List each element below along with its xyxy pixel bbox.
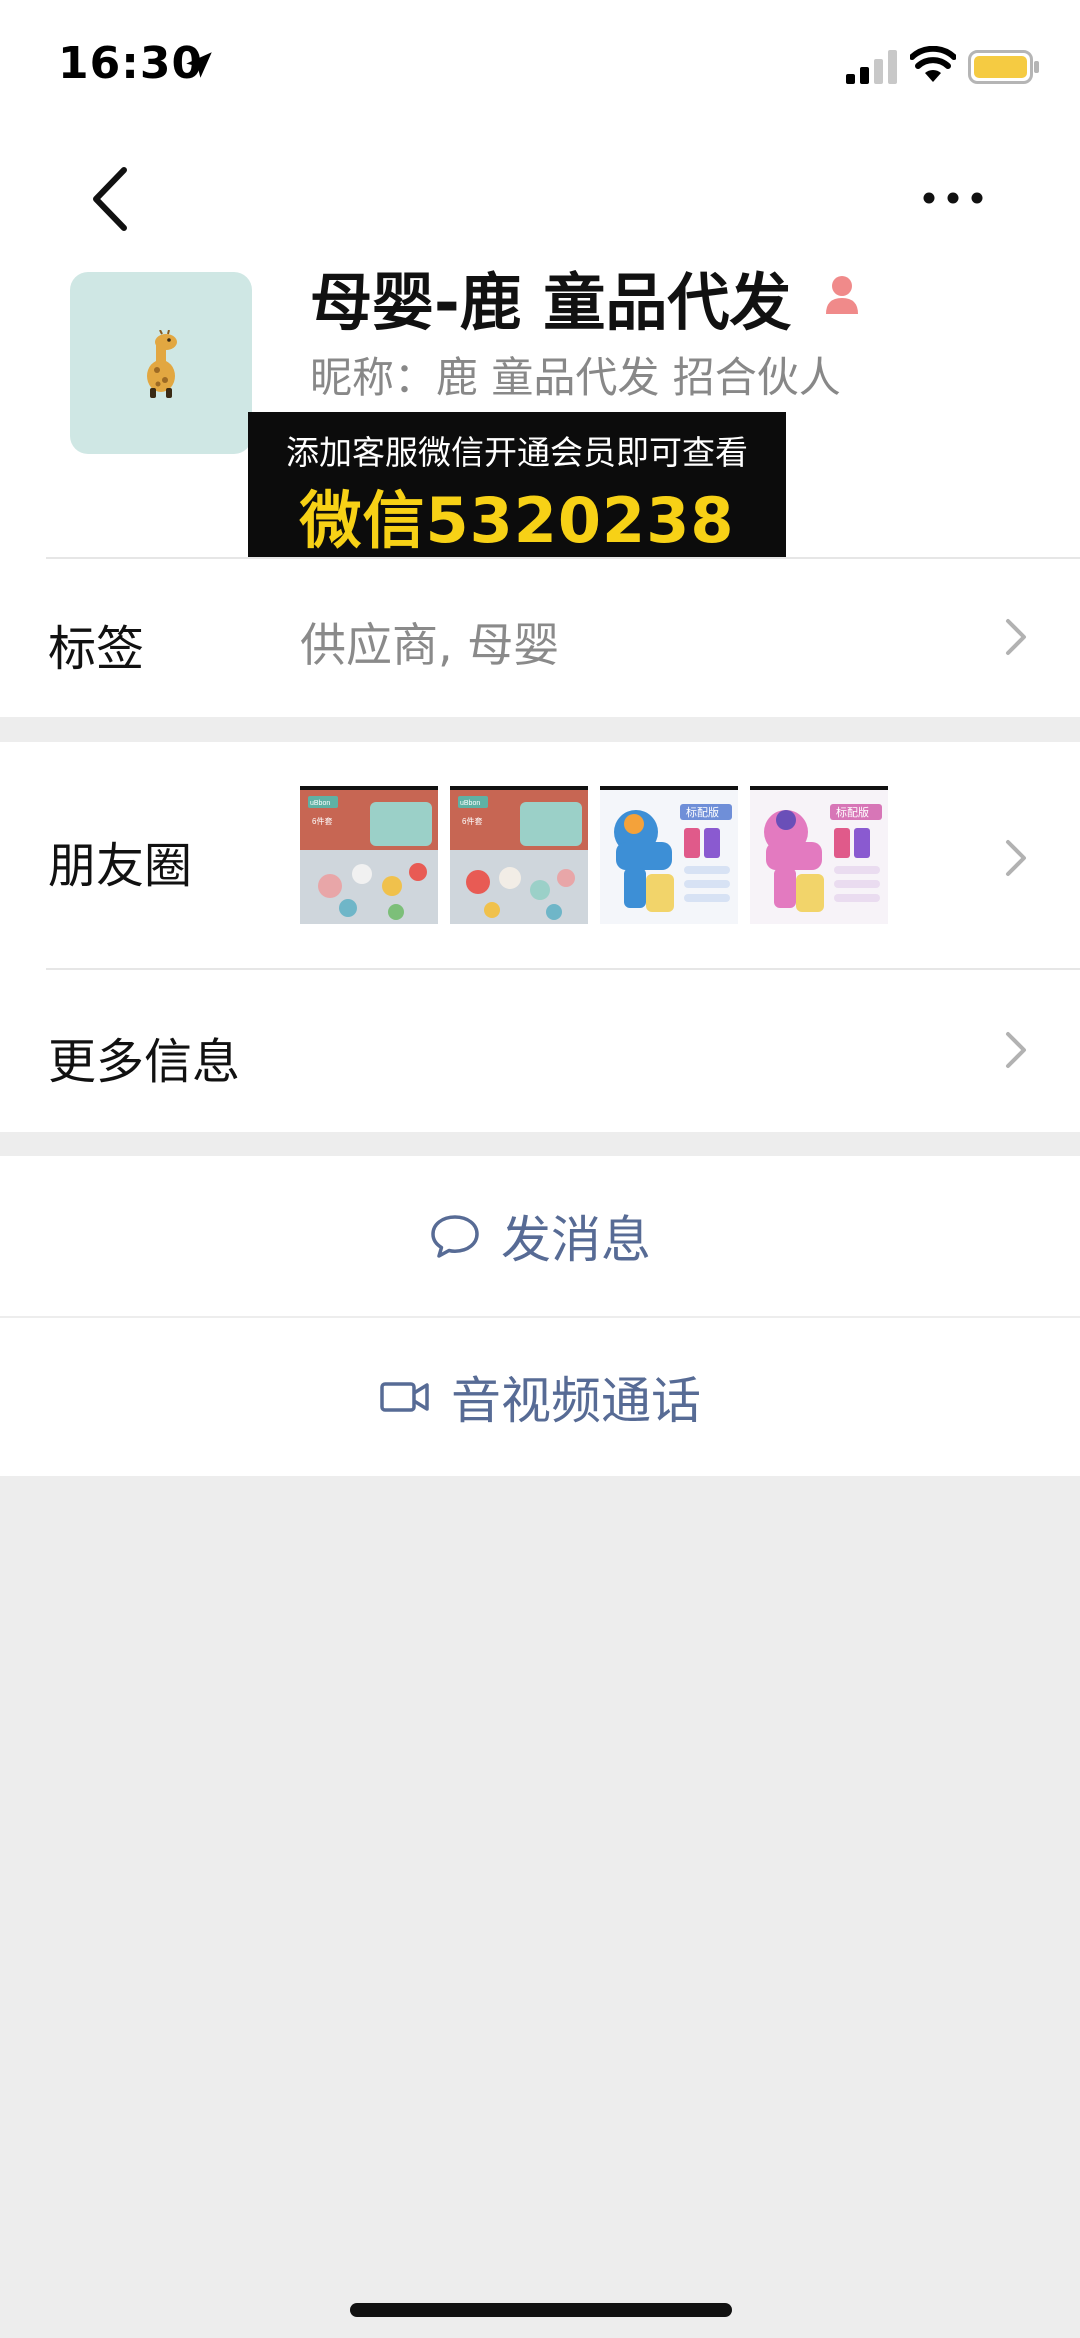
- female-gender-icon: [826, 276, 858, 314]
- video-call-label: 音视频通话: [451, 1372, 701, 1430]
- video-camera-icon: [380, 1382, 429, 1412]
- tags-row[interactable]: 标签 供应商, 母婴: [0, 557, 1080, 717]
- chevron-right-icon: [1006, 619, 1026, 655]
- avatar[interactable]: [70, 272, 252, 454]
- giraffe-icon: [147, 330, 177, 398]
- home-indicator[interactable]: [350, 2303, 732, 2317]
- status-bar: 16:30: [0, 0, 1080, 132]
- moments-label: 朋友圈: [48, 838, 193, 894]
- cellular-signal-icon: [846, 50, 897, 84]
- back-button[interactable]: [80, 162, 140, 236]
- chat-bubble-icon: [431, 1215, 479, 1258]
- thumb-sub-text: 6件套: [462, 816, 482, 826]
- tags-label: 标签: [48, 621, 145, 677]
- battery-icon: [968, 50, 1039, 84]
- thumb-tag-text: 标配版: [836, 805, 869, 819]
- more-info-row[interactable]: 更多信息: [0, 970, 1080, 1132]
- tags-value: 供应商, 母婴: [300, 618, 560, 672]
- moments-thumbnails: uBbon 6件套 uBbon 6件套 标配版 标配版: [300, 786, 900, 924]
- moments-thumbnail: uBbon 6件套: [450, 786, 588, 924]
- more-info-label: 更多信息: [48, 1034, 241, 1090]
- profile-nickname: 昵称：鹿 童品代发 招合伙人: [310, 353, 841, 402]
- moments-row[interactable]: 朋友圈 uBbon 6件套 uBbon 6件套 标配版 标配版: [0, 742, 1080, 970]
- wifi-icon: [910, 46, 956, 82]
- thumb-brand-text: uBbon: [460, 800, 480, 807]
- thumb-sub-text: 6件套: [312, 816, 332, 826]
- divider: [46, 557, 1080, 559]
- thumb-brand-text: uBbon: [310, 800, 330, 807]
- video-call-button[interactable]: 音视频通话: [0, 1318, 1080, 1476]
- moments-thumbnail: 标配版: [600, 786, 738, 924]
- send-message-button[interactable]: 发消息: [0, 1156, 1080, 1316]
- banner-text: 添加客服微信开通会员即可查看: [286, 433, 748, 472]
- location-arrow-icon: [186, 52, 212, 78]
- chevron-right-icon: [1006, 840, 1026, 876]
- moments-thumbnail: 标配版: [750, 786, 888, 924]
- send-message-label: 发消息: [501, 1211, 651, 1269]
- thumb-tag-text: 标配版: [686, 805, 719, 819]
- moments-thumbnail: uBbon 6件套: [300, 786, 438, 924]
- chevron-right-icon: [1006, 1032, 1026, 1068]
- banner-wechat-id: 微信5320238: [299, 484, 735, 557]
- promo-banner: 添加客服微信开通会员即可查看 微信5320238: [248, 412, 786, 557]
- profile-name: 母婴-鹿 童品代发: [310, 266, 792, 339]
- more-options-button[interactable]: [920, 176, 986, 220]
